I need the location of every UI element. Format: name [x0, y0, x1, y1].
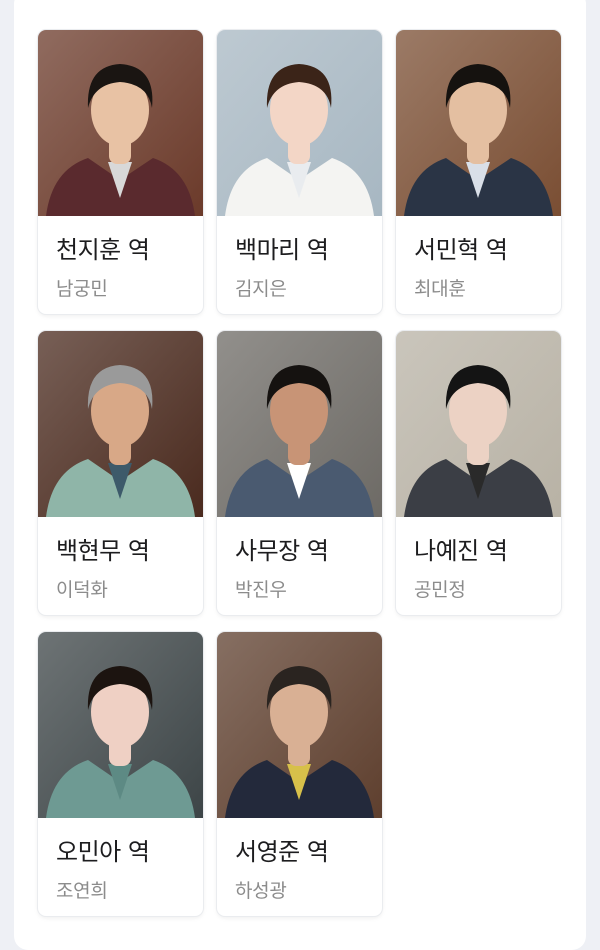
cast-photo: [396, 30, 561, 216]
cast-card[interactable]: 나예진 역공민정: [396, 331, 561, 615]
cast-card[interactable]: 서영준 역하성광: [217, 632, 382, 916]
cast-actor: 최대훈: [414, 278, 466, 300]
cast-photo: [217, 30, 382, 216]
cast-role: 서민혁 역: [414, 236, 508, 264]
cast-card[interactable]: 백마리 역김지은: [217, 30, 382, 314]
cast-actor: 하성광: [235, 880, 287, 902]
cast-role: 나예진 역: [414, 537, 508, 565]
cast-card[interactable]: 천지훈 역남궁민: [38, 30, 203, 314]
cast-role: 천지훈 역: [56, 236, 150, 264]
cast-card[interactable]: 오민아 역조연희: [38, 632, 203, 916]
cast-actor: 이덕화: [56, 579, 108, 601]
cast-role: 백마리 역: [235, 236, 329, 264]
cast-actor: 공민정: [414, 579, 466, 601]
cast-role: 사무장 역: [235, 537, 329, 565]
cast-photo: [38, 331, 203, 517]
cast-actor: 박진우: [235, 579, 287, 601]
cast-card[interactable]: 백현무 역이덕화: [38, 331, 203, 615]
cast-photo: [396, 331, 561, 517]
cast-actor: 김지은: [235, 278, 287, 300]
cast-photo: [217, 331, 382, 517]
cast-card[interactable]: 서민혁 역최대훈: [396, 30, 561, 314]
cast-photo: [217, 632, 382, 818]
cast-grid: 천지훈 역 남궁민 백마리 역 김지은 서민혁 역 최대훈 백현무 역 이덕화 사무장 역 박진우…: [38, 30, 561, 916]
cast-role: 오민아 역: [56, 838, 150, 866]
cast-photo: [38, 30, 203, 216]
cast-photo: [38, 632, 203, 818]
cast-card[interactable]: 사무장 역박진우: [217, 331, 382, 615]
cast-role: 서영준 역: [235, 838, 329, 866]
cast-actor: 조연희: [56, 880, 108, 902]
cast-actor: 남궁민: [56, 278, 108, 300]
cast-role: 백현무 역: [56, 537, 150, 565]
